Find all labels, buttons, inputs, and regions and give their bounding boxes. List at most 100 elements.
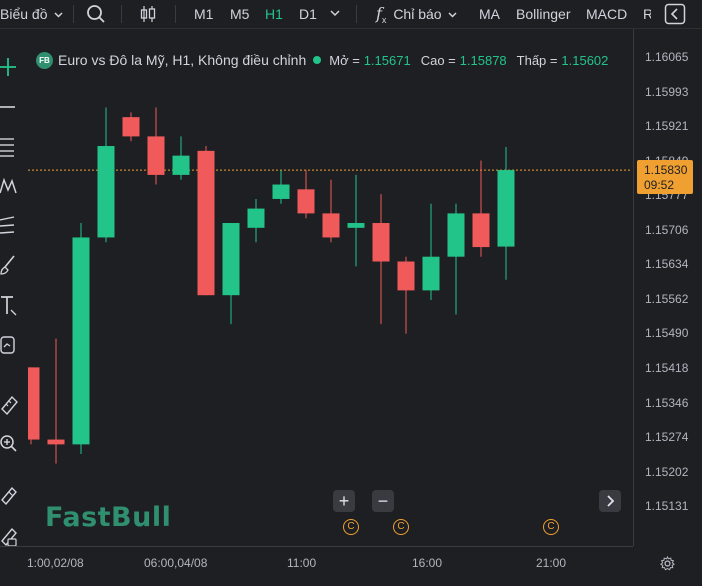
- chart-type-menu[interactable]: Biểu đồ: [0, 0, 63, 28]
- collapse-icon[interactable]: [664, 3, 686, 25]
- candle[interactable]: [322, 179, 340, 243]
- event-marker[interactable]: C: [543, 519, 559, 535]
- candle-body: [28, 367, 40, 440]
- candle[interactable]: [97, 107, 115, 243]
- divider: [356, 5, 357, 23]
- chart-settings-gear-icon[interactable]: [660, 556, 675, 571]
- candlestick-chart-icon[interactable]: [138, 4, 158, 24]
- fastbull-watermark-logo: FastBull: [45, 502, 172, 533]
- chart-type-label: Biểu đồ: [0, 6, 48, 22]
- candle[interactable]: [297, 170, 315, 219]
- candle-body: [172, 155, 190, 175]
- price-label: 1.15634: [645, 257, 689, 272]
- candle-body: [447, 213, 465, 257]
- price-label: 1.15562: [645, 291, 689, 306]
- event-marker[interactable]: C: [343, 519, 359, 535]
- candle-body: [47, 439, 65, 445]
- open-value: 1.15671: [363, 52, 411, 68]
- candle-body: [272, 184, 290, 199]
- candle[interactable]: [397, 256, 415, 334]
- current-price-tag: 1.15830 09:52: [637, 160, 693, 194]
- candle[interactable]: [422, 203, 440, 301]
- candle[interactable]: [172, 136, 190, 180]
- candle[interactable]: [247, 198, 265, 243]
- symbol-badge: FB: [36, 51, 53, 69]
- market-open-dot: [313, 56, 322, 64]
- candle-body: [97, 146, 115, 238]
- chart-pane[interactable]: [28, 29, 632, 546]
- candle[interactable]: [47, 338, 65, 464]
- price-label: 1.15418: [645, 360, 689, 375]
- high-value: 1.15878: [459, 52, 507, 68]
- current-price-value: 1.15830: [644, 163, 688, 177]
- magnet-icon[interactable]: [0, 482, 18, 508]
- scroll-right-button[interactable]: [599, 490, 621, 512]
- candle-body: [497, 170, 515, 247]
- candle[interactable]: [197, 146, 215, 296]
- candle[interactable]: [272, 170, 290, 204]
- chevron-down-icon: [54, 12, 63, 18]
- candle-body: [147, 136, 165, 175]
- ruler-icon[interactable]: [0, 393, 18, 417]
- candle[interactable]: [347, 174, 365, 267]
- symbol-title: Euro vs Đô la Mỹ, H1, Không điều chỉnh: [58, 52, 307, 68]
- timeframe-h1[interactable]: H1: [265, 0, 283, 28]
- candle-body: [422, 256, 440, 291]
- candle-body: [297, 189, 315, 214]
- timeframe-m5[interactable]: M5: [230, 0, 249, 28]
- timeframe-m1[interactable]: M1: [194, 0, 213, 28]
- candle[interactable]: [472, 160, 490, 257]
- time-label: 06:00,04/08: [144, 556, 208, 570]
- candle-body: [72, 237, 90, 445]
- chevron-down-icon: [448, 12, 457, 18]
- candle-body: [347, 223, 365, 228]
- top-toolbar: Biểu đồ M1 M5 H1 D1 fx Chỉ báo MA Bollin…: [0, 0, 702, 29]
- candle[interactable]: [372, 194, 390, 325]
- indicator-overflow-button[interactable]: R: [643, 0, 651, 28]
- candle[interactable]: [222, 223, 240, 325]
- candle[interactable]: [122, 112, 140, 142]
- indicators-menu[interactable]: fx Chỉ báo: [376, 0, 457, 28]
- indicator-bollinger-button[interactable]: Bollinger: [516, 0, 570, 28]
- channel-icon[interactable]: [0, 214, 16, 236]
- candle-body: [372, 223, 390, 262]
- annotation-icon[interactable]: [0, 334, 16, 358]
- indicator-macd-button[interactable]: MACD: [586, 0, 627, 28]
- candle-body: [222, 223, 240, 296]
- candle-body: [122, 117, 140, 137]
- crosshair-icon[interactable]: [0, 57, 16, 77]
- open-label: Mở =: [329, 52, 360, 68]
- candle[interactable]: [497, 146, 515, 280]
- indicators-label: Chỉ báo: [393, 6, 442, 22]
- fibonacci-icon[interactable]: [0, 136, 16, 158]
- divider: [121, 5, 122, 23]
- candle[interactable]: [28, 367, 40, 445]
- chevron-down-icon[interactable]: [330, 10, 340, 17]
- candle[interactable]: [147, 107, 165, 185]
- indicator-ma-button[interactable]: MA: [479, 0, 500, 28]
- candle[interactable]: [447, 203, 465, 315]
- time-label: 1:00,02/08: [27, 556, 84, 570]
- pattern-icon[interactable]: [0, 175, 18, 197]
- zoom-out-button[interactable]: −: [372, 490, 394, 512]
- price-label: 1.15993: [645, 84, 689, 99]
- symbol-legend: FB Euro vs Đô la Mỹ, H1, Không điều chỉn…: [36, 50, 618, 70]
- low-value: 1.15602: [561, 52, 609, 68]
- text-icon[interactable]: [0, 294, 18, 318]
- candle[interactable]: [72, 223, 90, 454]
- candlestick-chart[interactable]: [28, 29, 632, 546]
- zoom-in-button[interactable]: +: [333, 490, 355, 512]
- timeframe-d1[interactable]: D1: [299, 0, 317, 28]
- time-label: 21:00: [536, 556, 567, 570]
- search-icon[interactable]: [86, 4, 106, 24]
- horizontal-line-icon[interactable]: [0, 97, 16, 117]
- candle-body: [247, 208, 265, 228]
- candle-body: [397, 261, 415, 291]
- time-label: 16:00: [412, 556, 443, 570]
- brush-icon[interactable]: [0, 254, 16, 276]
- price-label: 1.15274: [645, 430, 689, 445]
- divider: [73, 5, 74, 23]
- zoom-in-icon[interactable]: [0, 431, 18, 455]
- time-label: 11:00: [287, 556, 317, 570]
- event-marker[interactable]: C: [393, 519, 409, 535]
